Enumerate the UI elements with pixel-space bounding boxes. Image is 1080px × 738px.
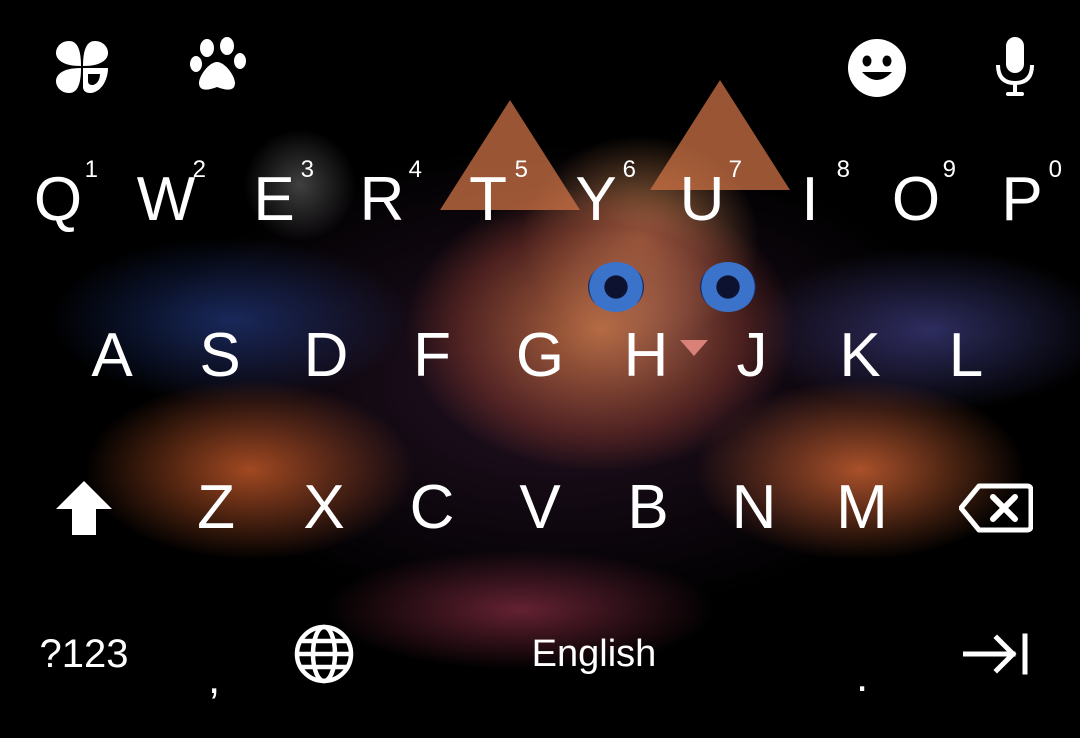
key-label: A: [91, 321, 133, 390]
key-hint: 9: [942, 156, 956, 183]
key-label: J: [736, 321, 768, 390]
background-art: [588, 262, 644, 312]
key-label: O: [891, 165, 941, 234]
key-label: K: [839, 321, 881, 390]
period-label: .: [856, 652, 869, 701]
key-hint: 5: [514, 156, 528, 183]
key-h[interactable]: H: [596, 306, 696, 406]
key-label: N: [731, 473, 777, 542]
key-s[interactable]: S: [170, 306, 270, 406]
emoji-icon[interactable]: [844, 36, 910, 100]
shift-key[interactable]: [34, 458, 134, 558]
symbols-key[interactable]: ?123: [24, 604, 144, 704]
key-x[interactable]: X: [274, 458, 374, 558]
key-l[interactable]: L: [916, 306, 1016, 406]
key-f[interactable]: F: [382, 306, 482, 406]
key-b[interactable]: B: [598, 458, 698, 558]
key-n[interactable]: N: [704, 458, 804, 558]
symbols-label: ?123: [39, 631, 129, 676]
key-a[interactable]: A: [62, 306, 162, 406]
key-v[interactable]: V: [490, 458, 590, 558]
key-label: I: [801, 165, 819, 234]
key-label: T: [469, 165, 507, 234]
key-label: Y: [575, 165, 617, 234]
comma-label: ,: [208, 654, 221, 703]
key-c[interactable]: C: [382, 458, 482, 558]
key-label: U: [679, 165, 725, 234]
key-label: H: [623, 321, 669, 390]
key-hint: 7: [728, 156, 742, 183]
key-label: B: [627, 473, 669, 542]
key-label: Z: [197, 473, 235, 542]
key-hint: 4: [408, 156, 422, 183]
key-m[interactable]: M: [812, 458, 912, 558]
keyboard-row-1: Q 1 W 2 E 3 R 4 T 5 Y 6 U 7 I 8 O 9 P 0: [0, 150, 1080, 250]
key-w[interactable]: W 2: [116, 150, 216, 250]
key-label: W: [136, 165, 196, 234]
key-label: C: [409, 473, 455, 542]
backspace-icon: [959, 483, 1033, 533]
language-key[interactable]: [274, 604, 374, 704]
key-i[interactable]: I 8: [760, 150, 860, 250]
keyboard-row-bottom: ?123 , English .: [0, 604, 1080, 704]
key-e[interactable]: E 3: [224, 150, 324, 250]
key-hint: 1: [84, 156, 98, 183]
paw-icon[interactable]: [186, 34, 252, 98]
key-k[interactable]: K: [810, 306, 910, 406]
enter-key[interactable]: [946, 604, 1046, 704]
key-y[interactable]: Y 6: [546, 150, 646, 250]
key-r[interactable]: R 4: [332, 150, 432, 250]
key-t[interactable]: T 5: [438, 150, 538, 250]
tab-arrow-icon: [963, 633, 1028, 675]
key-hint: 0: [1048, 156, 1062, 183]
key-hint: 8: [836, 156, 850, 183]
key-label: L: [948, 321, 984, 390]
space-label: English: [531, 632, 657, 675]
key-g[interactable]: G: [490, 306, 590, 406]
key-label: F: [413, 321, 451, 390]
key-hint: 3: [300, 156, 314, 183]
key-label: E: [253, 165, 295, 234]
key-label: D: [303, 321, 349, 390]
key-j[interactable]: J: [702, 306, 802, 406]
microphone-icon[interactable]: [990, 34, 1040, 100]
key-d[interactable]: D: [276, 306, 376, 406]
key-label: P: [1001, 165, 1043, 234]
keyboard-row-3: Z X C V B N M: [0, 458, 1080, 558]
key-label: Q: [33, 165, 83, 234]
clover-icon[interactable]: [48, 36, 116, 98]
key-label: R: [359, 165, 405, 234]
key-u[interactable]: U 7: [652, 150, 752, 250]
key-p[interactable]: P 0: [972, 150, 1072, 250]
globe-icon: [294, 624, 354, 684]
background-art: [700, 262, 756, 312]
key-q[interactable]: Q 1: [8, 150, 108, 250]
key-label: V: [519, 473, 561, 542]
comma-key[interactable]: ,: [170, 604, 266, 704]
period-key[interactable]: .: [812, 604, 912, 704]
backspace-key[interactable]: [946, 458, 1046, 558]
key-label: G: [515, 321, 565, 390]
key-z[interactable]: Z: [166, 458, 266, 558]
shift-icon: [56, 481, 112, 535]
key-label: X: [303, 473, 345, 542]
key-hint: 6: [622, 156, 636, 183]
keyboard-row-2: A S D F G H J K L: [0, 306, 1080, 406]
key-label: S: [199, 321, 241, 390]
space-key[interactable]: English: [386, 604, 802, 704]
key-label: M: [836, 473, 888, 542]
key-hint: 2: [192, 156, 206, 183]
key-o[interactable]: O 9: [866, 150, 966, 250]
